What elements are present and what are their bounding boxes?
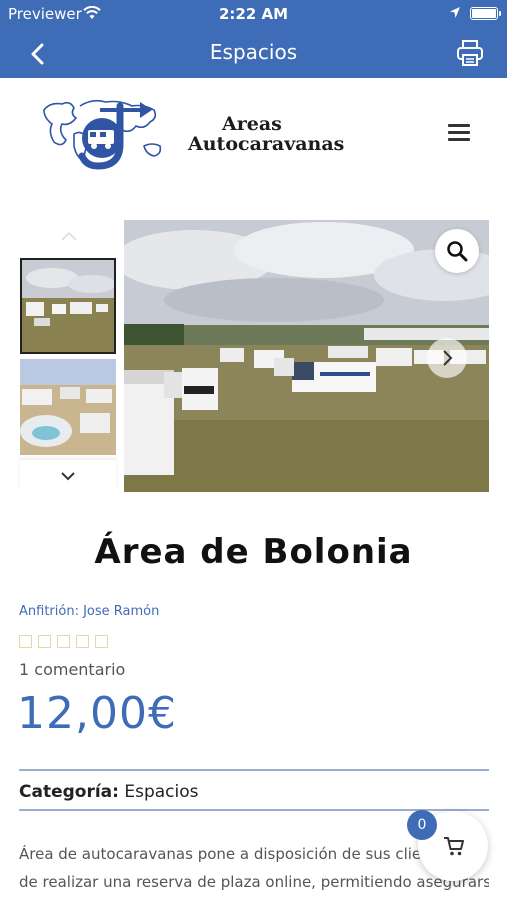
print-button[interactable]: [455, 38, 485, 68]
status-bar: Previewer 2:22 AM: [0, 0, 507, 28]
site-header: Areas Autocaravanas: [0, 78, 507, 198]
logo-line-1: Areas: [222, 113, 282, 135]
page-title: Espacios: [209, 40, 298, 64]
zoom-button[interactable]: [435, 229, 479, 273]
host-link[interactable]: Anfitrión: Jose Ramón: [19, 604, 159, 619]
hamburger-menu-icon[interactable]: [448, 124, 470, 142]
next-image-button[interactable]: [427, 338, 467, 378]
star-rating: [19, 633, 114, 649]
price: 12,00€: [17, 688, 177, 739]
thumbnails-scroll-down[interactable]: [20, 460, 116, 492]
chevron-right-icon: [443, 350, 453, 366]
site-logo[interactable]: [40, 96, 180, 176]
star-icon: [76, 635, 89, 648]
battery-full-icon: [470, 7, 501, 20]
comments-link[interactable]: 1 comentario: [19, 660, 125, 679]
cart-count-badge: 0: [407, 810, 437, 840]
description-line: de realizar una reserva de plaza online,…: [19, 873, 489, 891]
chevron-down-icon[interactable]: [60, 470, 76, 482]
gallery-thumbnail[interactable]: [20, 359, 116, 455]
star-icon: [19, 635, 32, 648]
clock: 2:22 AM: [218, 5, 289, 23]
category-row: Categoría: Espacios: [19, 782, 198, 802]
shopping-cart-icon: [444, 837, 464, 856]
gallery-thumbnail[interactable]: [20, 258, 116, 354]
star-icon: [57, 635, 70, 648]
chevron-up-icon[interactable]: [60, 230, 78, 242]
navigation-bar: Espacios: [0, 28, 507, 78]
logo-wordmark: Areas Autocaravanas: [188, 114, 344, 154]
category-link[interactable]: Espacios: [124, 782, 198, 802]
search-icon: [447, 241, 468, 262]
product-title: Área de Bolonia: [94, 532, 413, 572]
logo-line-2: Autocaravanas: [188, 133, 345, 155]
category-label: Categoría:: [19, 782, 119, 802]
star-icon: [38, 635, 51, 648]
star-icon: [95, 635, 108, 648]
divider: [19, 769, 489, 771]
location-arrow-icon: [450, 7, 460, 18]
product-gallery: [0, 218, 507, 494]
